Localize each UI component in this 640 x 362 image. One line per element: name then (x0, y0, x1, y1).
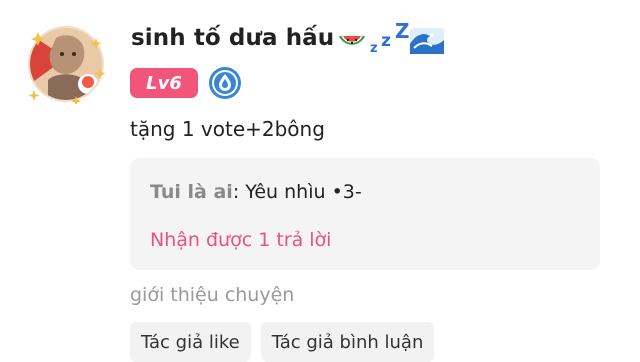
watermelon-icon (339, 36, 366, 45)
wave-icon (410, 28, 445, 54)
tag-author-like[interactable]: Tác giả like (130, 322, 251, 362)
quote-author[interactable]: Tui là ai (150, 181, 233, 203)
avatar-image (28, 26, 106, 104)
tag-author-comment[interactable]: Tác giả bình luận (260, 322, 435, 362)
username-emoji-group: z z Z (336, 22, 445, 54)
level-badge: Lv6 (130, 68, 198, 98)
comment-text: tặng 1 vote+2bông (130, 117, 325, 141)
username-text: sinh tố dưa hấu (131, 25, 335, 51)
view-replies-link[interactable]: Nhận được 1 trả lời (150, 229, 331, 251)
quote-separator: : (232, 181, 246, 203)
quoted-reply: Tui là ai: Yêu nhìu •3- (150, 181, 362, 203)
story-intro-label: giới thiệu chuyện (130, 284, 295, 306)
tag-list: Tác giả like Tác giả bình luận (130, 322, 444, 362)
svg-text:Z: Z (395, 22, 410, 43)
svg-text:z: z (370, 41, 378, 54)
user-avatar[interactable] (26, 24, 106, 104)
quoted-reply-box[interactable]: Tui là ai: Yêu nhìu •3- Nhận được 1 trả … (130, 158, 600, 270)
svg-text:z: z (381, 31, 391, 51)
quote-text: Yêu nhìu •3- (245, 181, 362, 203)
user-badges: Lv6 (130, 66, 242, 100)
water-drop-icon (209, 67, 241, 99)
sleeping-zzz-icon: z z Z (370, 22, 410, 54)
username[interactable]: sinh tố dưa hấu z z Z (131, 22, 445, 54)
